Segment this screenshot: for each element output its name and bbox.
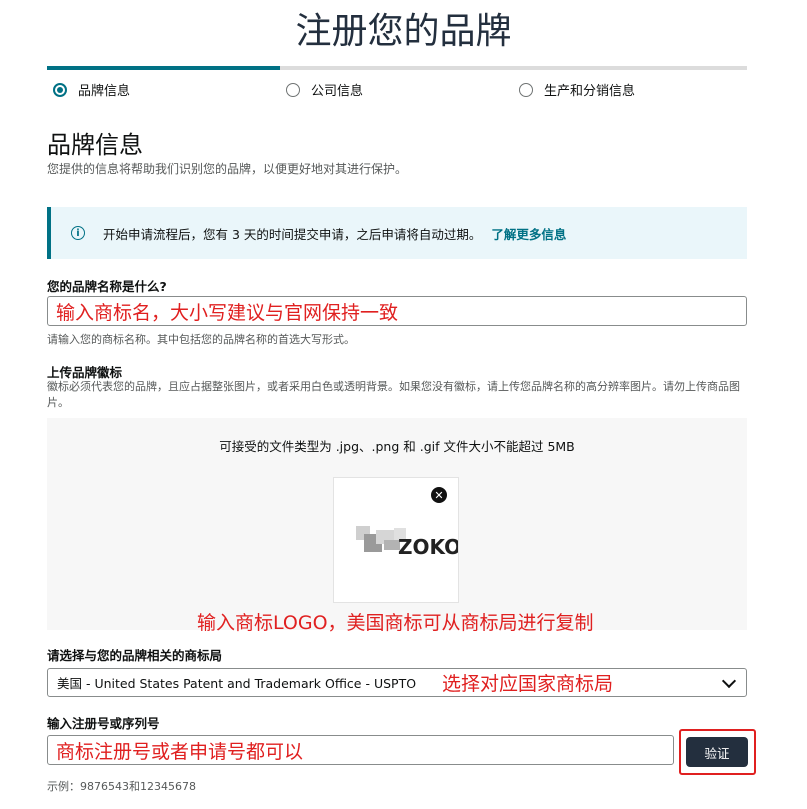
logo-upload-area[interactable]: 可接受的文件类型为 .jpg、.png 和 .gif 文件大小不能超过 5MB … <box>47 418 747 634</box>
file-types-text: 可接受的文件类型为 .jpg、.png 和 .gif 文件大小不能超过 5MB <box>219 439 575 454</box>
verify-highlight: 验证 <box>679 729 756 775</box>
progress-track <box>47 66 747 70</box>
info-alert: i 开始申请流程后，您有 3 天的时间提交申请，之后申请将自动过期。 了解更多信… <box>47 207 747 259</box>
learn-more-link[interactable]: 了解更多信息 <box>491 224 566 243</box>
brand-name-hint: 请输入您的商标名称。其中包括您的品牌名称的首选大写形式。 <box>47 333 355 346</box>
trademark-office-annotation: 选择对应国家商标局 <box>442 673 614 695</box>
step-label: 品牌信息 <box>78 84 131 99</box>
radio-selected-icon <box>53 82 67 97</box>
brand-name-label: 您的品牌名称是什么? <box>47 279 167 294</box>
step-label: 生产和分销信息 <box>544 84 636 99</box>
logo-text: ZOKO <box>398 535 458 559</box>
logo-hint: 徽标必须代表您的品牌，且应占据整张图片，或者采用白色或透明背景。如果您没有徽标，… <box>47 380 740 409</box>
info-icon: i <box>71 226 85 240</box>
page-title: 注册您的品牌 <box>295 11 512 52</box>
brand-name-input[interactable]: 输入商标名，大小写建议与官网保持一致 <box>47 296 747 326</box>
registration-example: 示例：9876543和12345678 <box>47 780 196 793</box>
registration-number-input[interactable]: 商标注册号或者申请号都可以 <box>47 735 674 765</box>
registration-label: 输入注册号或序列号 <box>47 716 160 731</box>
section-title: 品牌信息 <box>47 131 143 159</box>
section-subtitle: 您提供的信息将帮助我们识别您的品牌，以便更好地对其进行保护。 <box>47 162 408 176</box>
remove-logo-icon[interactable]: ✕ <box>431 487 447 503</box>
logo-thumbnail: ZOKO ✕ <box>333 477 461 603</box>
logo-annotation: 输入商标LOGO，美国商标可从商标局进行复制 <box>197 612 594 634</box>
trademark-office-value: 美国 - United States Patent and Trademark … <box>57 676 417 691</box>
trademark-office-select[interactable]: 美国 - United States Patent and Trademark … <box>47 668 747 697</box>
trademark-office-label: 请选择与您的品牌相关的商标局 <box>47 648 223 663</box>
progress-fill <box>47 66 280 70</box>
step-brand-info[interactable]: 品牌信息 <box>53 80 130 99</box>
registration-value: 商标注册号或者申请号都可以 <box>56 740 304 763</box>
verify-button[interactable]: 验证 <box>686 737 748 767</box>
step-label: 公司信息 <box>311 84 364 99</box>
radio-icon <box>286 82 300 97</box>
alert-text: 开始申请流程后，您有 3 天的时间提交申请，之后申请将自动过期。 <box>103 226 482 242</box>
step-production-info[interactable]: 生产和分销信息 <box>519 80 635 99</box>
radio-icon <box>519 82 533 97</box>
step-company-info[interactable]: 公司信息 <box>286 80 363 99</box>
brand-name-value: 输入商标名，大小写建议与官网保持一致 <box>56 301 399 324</box>
chevron-down-icon <box>721 673 737 689</box>
